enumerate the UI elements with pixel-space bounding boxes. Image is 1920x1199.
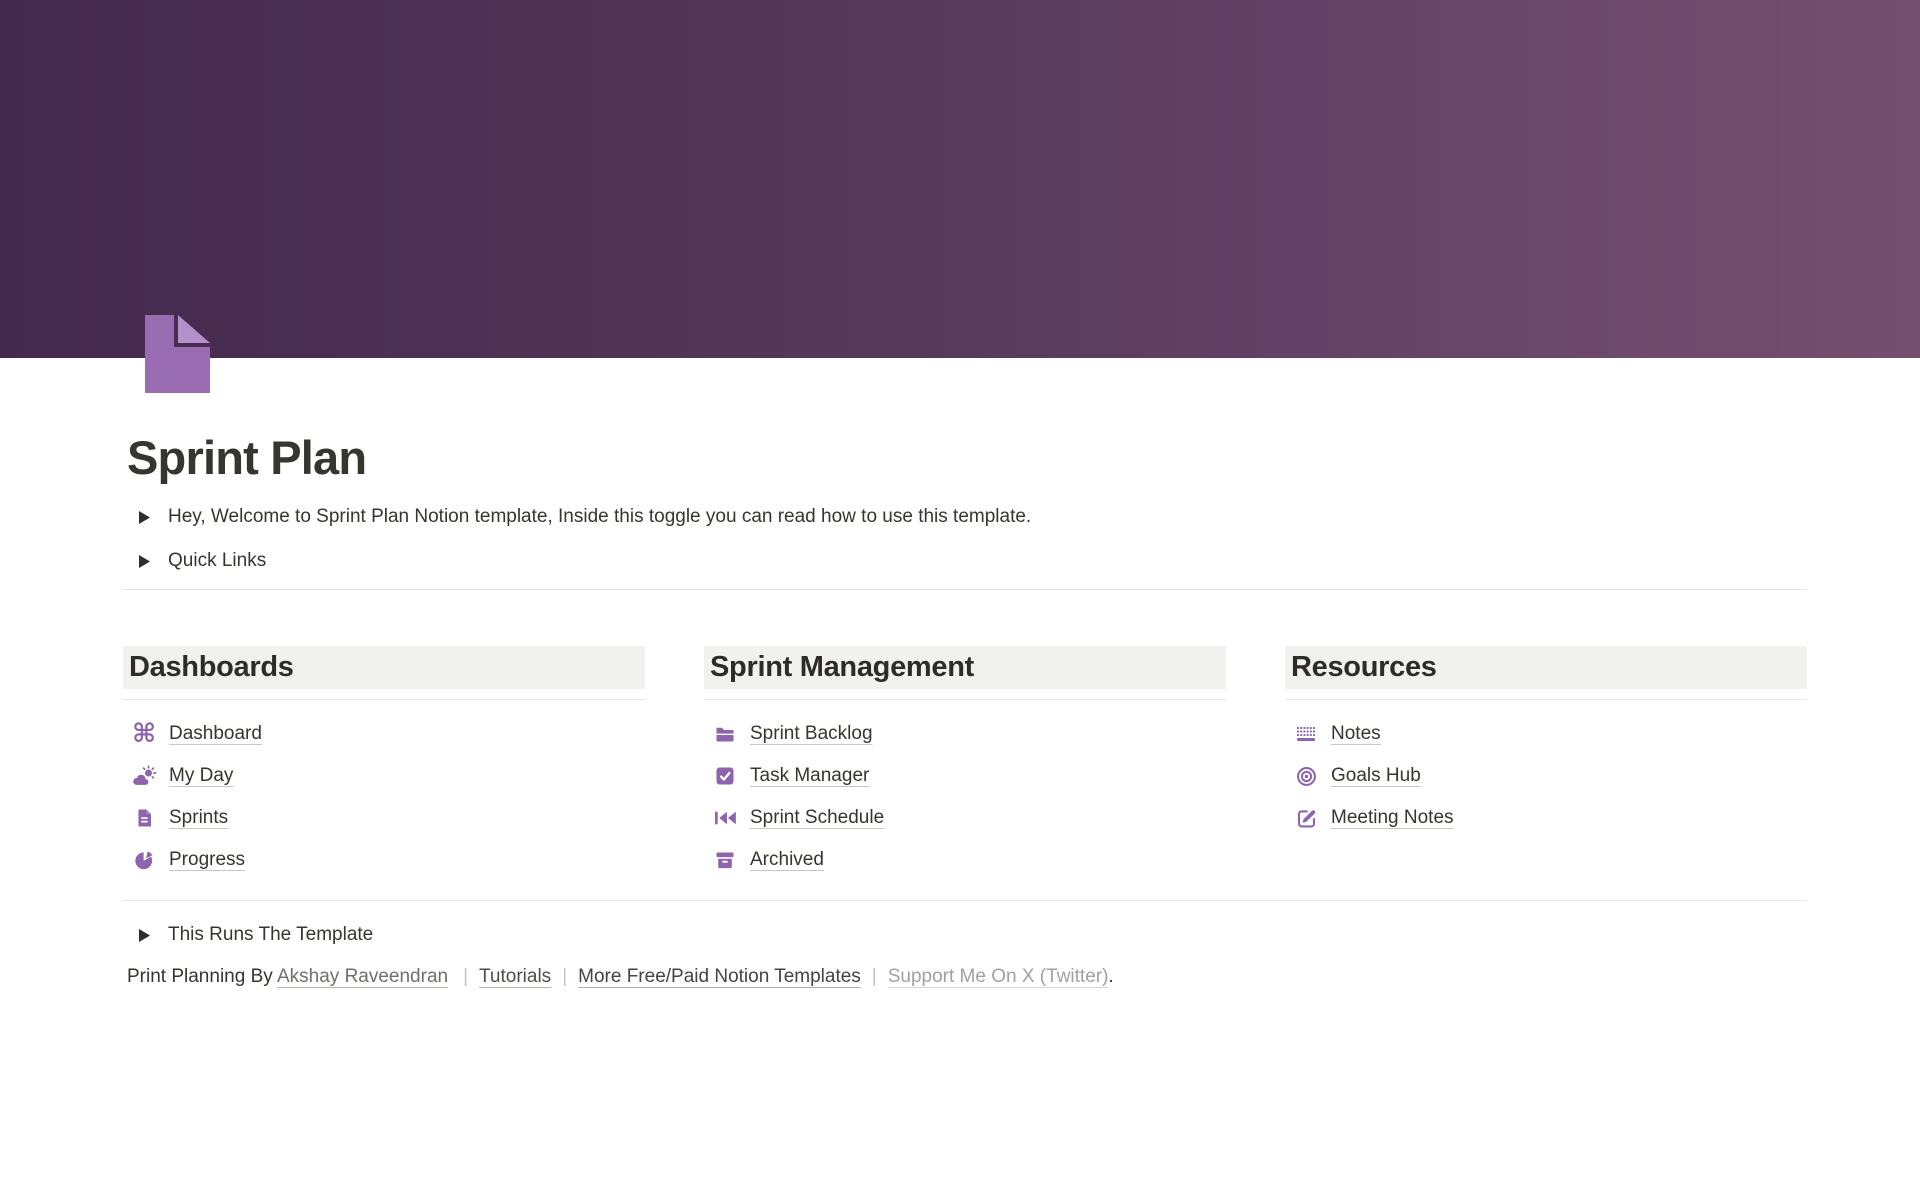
divider-bottom [123,900,1807,901]
toggle-arrow-icon[interactable] [139,511,150,524]
footer-separator: | [562,966,567,987]
footer-link-tutorials[interactable]: Tutorials [479,966,551,987]
column-header-label: Resources [1291,651,1437,684]
open-folder-icon [712,724,738,744]
toggle-welcome[interactable]: Hey, Welcome to Sprint Plan Notion templ… [123,504,1807,530]
link-dashboard[interactable]: Dashboard [169,723,262,745]
link-item-dashboard[interactable]: ⌘ Dashboard [123,713,645,755]
column-header-dashboards: Dashboards [123,646,645,689]
link-goals-hub[interactable]: Goals Hub [1331,765,1421,787]
link-item-goals-hub[interactable]: Goals Hub [1285,755,1807,797]
link-item-my-day[interactable]: My Day [123,755,645,797]
footer-prefix: Print Planning By [127,966,277,987]
link-item-notes[interactable]: Notes [1285,713,1807,755]
footer-link-author[interactable]: Akshay Raveendran [277,966,448,987]
command-icon: ⌘ [131,721,157,747]
page-title: Sprint Plan [127,430,1807,486]
link-list-dashboards: ⌘ Dashboard [123,713,645,881]
footer-link-more-templates[interactable]: More Free/Paid Notion Templates [578,966,861,987]
edit-square-icon [1293,808,1319,829]
notion-page: { "page": { "title": "Sprint Plan", "ico… [0,0,1920,1199]
link-notes[interactable]: Notes [1331,723,1381,745]
column-sprint-management: Sprint Management Sprint Backlog [704,646,1226,881]
keyboard-icon [1293,725,1319,743]
link-sprints[interactable]: Sprints [169,807,228,829]
target-icon [1293,766,1319,787]
column-header-label: Sprint Management [710,651,974,684]
link-item-archived[interactable]: Archived [704,839,1226,881]
column-rule [1285,699,1807,700]
pie-chart-icon [131,850,157,871]
link-item-sprint-schedule[interactable]: Sprint Schedule [704,797,1226,839]
footer-separator: | [872,966,877,987]
link-task-manager[interactable]: Task Manager [750,765,869,787]
link-columns: Dashboards ⌘ Dashboard [123,646,1807,881]
link-list-resources: Notes Goals Hub [1285,713,1807,839]
report-document-icon [131,808,157,828]
link-my-day[interactable]: My Day [169,765,233,787]
link-archived[interactable]: Archived [750,849,824,871]
page-icon[interactable] [145,315,210,393]
archive-box-icon [712,850,738,870]
page-content: Sprint Plan Hey, Welcome to Sprint Plan … [123,358,1807,990]
divider-top [123,589,1807,590]
column-header-resources: Resources [1285,646,1807,689]
toggle-quick-links-label: Quick Links [168,550,266,572]
column-header-label: Dashboards [129,651,294,684]
link-item-progress[interactable]: Progress [123,839,645,881]
page-cover [0,0,1920,358]
toggle-arrow-icon[interactable] [139,929,150,942]
rewind-icon [712,810,738,826]
column-rule [704,699,1226,700]
column-header-sprint-management: Sprint Management [704,646,1226,689]
column-resources: Resources Note [1285,646,1807,881]
link-item-sprints[interactable]: Sprints [123,797,645,839]
footer-link-support-x[interactable]: Support Me On X (Twitter) [888,966,1109,987]
footer-separator: | [463,966,468,987]
footer-credits: Print Planning By Akshay Raveendran | Tuto… [127,964,1807,990]
toggle-quick-links[interactable]: Quick Links [123,548,1807,574]
link-list-sprint-management: Sprint Backlog Task Manager [704,713,1226,881]
link-progress[interactable]: Progress [169,849,245,871]
toggle-runs-template[interactable]: This Runs The Template [123,922,1807,948]
link-sprint-schedule[interactable]: Sprint Schedule [750,807,884,829]
column-dashboards: Dashboards ⌘ Dashboard [123,646,645,881]
toggle-arrow-icon[interactable] [139,555,150,568]
checked-checkbox-icon [712,766,738,786]
toggle-welcome-label: Hey, Welcome to Sprint Plan Notion templ… [168,506,1031,528]
link-meeting-notes[interactable]: Meeting Notes [1331,807,1454,829]
link-item-meeting-notes[interactable]: Meeting Notes [1285,797,1807,839]
purple-document-page-icon [145,315,210,393]
sun-behind-cloud-icon [131,765,157,787]
link-item-sprint-backlog[interactable]: Sprint Backlog [704,713,1226,755]
footer-suffix: . [1108,966,1113,987]
link-sprint-backlog[interactable]: Sprint Backlog [750,723,873,745]
toggle-runs-template-label: This Runs The Template [168,924,373,946]
link-item-task-manager[interactable]: Task Manager [704,755,1226,797]
column-rule [123,699,645,700]
